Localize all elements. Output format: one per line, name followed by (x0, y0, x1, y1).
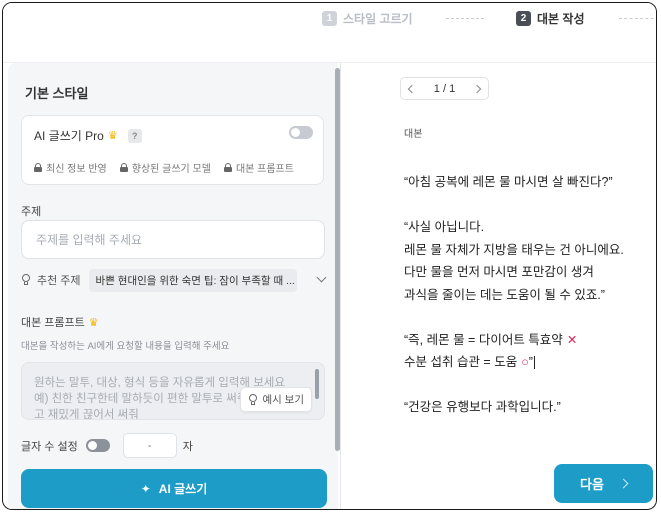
script-line-with-mark: “즉, 레몬 물 = 다이어트 특효약 ✕ (404, 329, 624, 352)
prompt-label: 대본 프롬프트 (21, 317, 85, 329)
ai-pro-toggle[interactable] (289, 126, 313, 139)
length-unit: 자 (182, 440, 193, 453)
chevron-left-icon[interactable] (407, 84, 417, 93)
step-connector (446, 18, 484, 19)
ai-pro-label: AI 글쓰기 Pro (34, 129, 104, 143)
step-script-write[interactable]: 2 대본 작성 (516, 10, 585, 27)
prompt-textarea[interactable]: 원하는 말투, 대상, 형식 등을 자유롭게 입력해 보세요 예) 친한 친구한테… (21, 362, 325, 420)
script-line: 과식을 줄이는 데는 도움이 될 수 있죠.” (404, 287, 605, 302)
script-label: 대본 (404, 129, 423, 140)
step-number: 1 (322, 11, 337, 26)
script-line: “사실 아닙니다. (404, 220, 485, 234)
length-toggle[interactable] (85, 439, 110, 452)
script-line-with-mark: 수분 섭취 습관 = 도움 ○” (404, 351, 624, 374)
recommended-topic[interactable]: 추천 주제 바쁜 현대인을 위한 숙면 팁: 잠이 부족할 때 ... (21, 268, 327, 292)
chevron-right-icon (618, 478, 629, 489)
page-navigator: 1 / 1 (400, 77, 489, 100)
script-blank-line (404, 374, 624, 397)
circle-mark-icon: ○ (521, 355, 529, 369)
feature-label: 대본 프롬프트 (235, 164, 294, 175)
crown-icon: ♛ (88, 316, 99, 329)
lock-icon (34, 163, 42, 172)
length-label: 글자 수 설정 (21, 440, 78, 453)
app-window: 1 스타일 고르기 2 대본 작성 기본 스타일 AI 글쓰기 Pro ♛ ? … (2, 2, 657, 510)
lightbulb-icon (21, 274, 31, 286)
crown-icon: ♛ (107, 130, 118, 142)
step-label: 스타일 고르기 (343, 12, 413, 26)
script-line: “아침 공복에 레몬 물 마시면 살 빠진다?” (404, 175, 613, 189)
length-setting: 글자 수 설정 - 자 (21, 433, 193, 458)
script-line: 다만 물을 먼저 마시면 포만감이 생겨 (404, 265, 594, 279)
length-input[interactable]: - (122, 433, 177, 458)
feature-item: 대본 프롬프트 (223, 160, 294, 175)
prompt-description: 대본을 작성하는 AI에게 요청할 내용을 입력해 주세요 (21, 341, 230, 352)
step-indicator: 1 스타일 고르기 2 대본 작성 (3, 3, 656, 63)
ai-write-button[interactable]: ✦ AI 글쓰기 (21, 469, 327, 508)
step-style-select[interactable]: 1 스타일 고르기 (322, 10, 413, 27)
next-button-label: 다음 (580, 477, 604, 492)
settings-panel: 기본 스타일 AI 글쓰기 Pro ♛ ? 최신 정보 반영 향상된 글쓰기 모… (8, 63, 340, 509)
example-button-label: 예시 보기 (262, 394, 304, 406)
script-line: 수분 섭취 습관 = 도움 (404, 355, 518, 369)
feature-label: 향상된 글쓰기 모델 (131, 164, 211, 175)
step-number: 2 (516, 11, 531, 26)
ai-pro-card: AI 글쓰기 Pro ♛ ? 최신 정보 반영 향상된 글쓰기 모델 대본 프롬… (21, 115, 324, 185)
panel-divider (340, 63, 341, 509)
section-title: 기본 스타일 (25, 86, 89, 101)
text-cursor (533, 356, 535, 370)
prompt-label-row: 대본 프롬프트 ♛ (21, 314, 99, 330)
prompt-scrollbar[interactable] (315, 369, 319, 399)
lock-icon (119, 163, 128, 172)
page-indicator: 1 / 1 (433, 82, 456, 95)
lock-icon (223, 163, 232, 172)
topic-input[interactable] (21, 220, 325, 259)
script-line: 레몬 물 자체가 지방을 태우는 건 아니에요. (404, 242, 624, 257)
example-button[interactable]: 예시 보기 (240, 387, 312, 412)
help-icon[interactable]: ? (127, 128, 142, 143)
magic-wand-icon: ✦ (140, 481, 151, 496)
topic-label: 주제 (21, 206, 42, 218)
recommended-topic-label: 추천 주제 (37, 275, 81, 287)
chevron-right-icon[interactable] (472, 84, 482, 93)
step-connector (619, 18, 656, 19)
lightbulb-icon (248, 394, 258, 405)
recommended-topic-chip[interactable]: 바쁜 현대인을 위한 숙면 팁: 잠이 부족할 때 ... (88, 268, 297, 292)
ai-write-label: AI 글쓰기 (158, 482, 208, 496)
next-button[interactable]: 다음 (554, 464, 653, 503)
cross-mark-icon: ✕ (566, 332, 578, 347)
script-line: “즉, 레몬 물 = 다이어트 특효약 (404, 332, 563, 347)
feature-item: 최신 정보 반영 (34, 160, 107, 175)
script-line: “건강은 유행보다 과학입니다.” (404, 400, 561, 414)
step-label: 대본 작성 (537, 12, 585, 26)
script-editor[interactable]: “아침 공복에 레몬 물 마시면 살 빠진다?” “사실 아닙니다. 레몬 물 … (404, 171, 624, 419)
feature-item: 향상된 글쓰기 모델 (119, 160, 211, 175)
feature-label: 최신 정보 반영 (46, 164, 107, 175)
chevron-down-icon[interactable] (316, 272, 327, 283)
closing-quote: ” (528, 355, 533, 369)
script-blank-line (404, 306, 624, 329)
script-blank-line (404, 194, 624, 217)
